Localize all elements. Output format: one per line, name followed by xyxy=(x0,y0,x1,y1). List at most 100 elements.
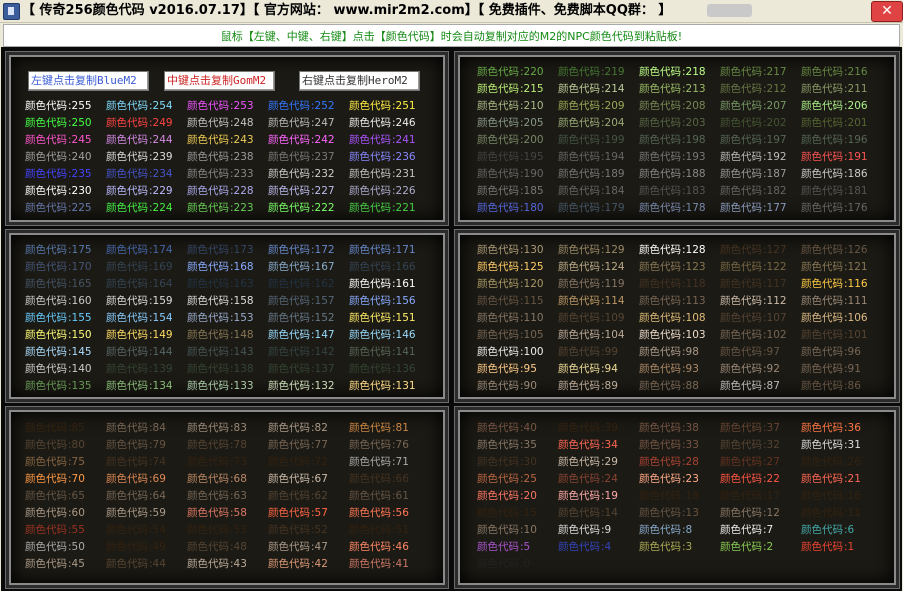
color-code-160[interactable]: 颜色代码:160 xyxy=(25,293,92,309)
color-code-167[interactable]: 颜色代码:167 xyxy=(268,259,335,275)
color-code-99[interactable]: 颜色代码:99 xyxy=(558,344,618,360)
color-code-72[interactable]: 颜色代码:72 xyxy=(268,454,328,470)
color-code-128[interactable]: 颜色代码:128 xyxy=(639,242,706,258)
color-code-28[interactable]: 颜色代码:28 xyxy=(639,454,699,470)
color-code-182[interactable]: 颜色代码:182 xyxy=(720,183,787,199)
color-code-51[interactable]: 颜色代码:51 xyxy=(349,522,409,538)
color-code-231[interactable]: 颜色代码:231 xyxy=(349,166,416,182)
color-code-29[interactable]: 颜色代码:29 xyxy=(558,454,618,470)
color-code-163[interactable]: 颜色代码:163 xyxy=(187,276,254,292)
color-code-225[interactable]: 颜色代码:225 xyxy=(25,200,92,216)
color-code-86[interactable]: 颜色代码:86 xyxy=(801,378,861,394)
color-code-255[interactable]: 颜色代码:255 xyxy=(25,98,92,114)
color-code-8[interactable]: 颜色代码:8 xyxy=(639,522,692,538)
color-code-141[interactable]: 颜色代码:141 xyxy=(349,344,416,360)
color-code-32[interactable]: 颜色代码:32 xyxy=(720,437,780,453)
color-code-89[interactable]: 颜色代码:89 xyxy=(558,378,618,394)
color-code-143[interactable]: 颜色代码:143 xyxy=(187,344,254,360)
color-code-146[interactable]: 颜色代码:146 xyxy=(349,327,416,343)
color-code-139[interactable]: 颜色代码:139 xyxy=(106,361,173,377)
color-code-122[interactable]: 颜色代码:122 xyxy=(720,259,787,275)
color-code-212[interactable]: 颜色代码:212 xyxy=(720,81,787,97)
color-code-94[interactable]: 颜色代码:94 xyxy=(558,361,618,377)
color-code-117[interactable]: 颜色代码:117 xyxy=(720,276,787,292)
color-code-9[interactable]: 颜色代码:9 xyxy=(558,522,611,538)
color-code-31[interactable]: 颜色代码:31 xyxy=(801,437,861,453)
color-code-115[interactable]: 颜色代码:115 xyxy=(477,293,544,309)
color-code-106[interactable]: 颜色代码:106 xyxy=(801,310,868,326)
color-code-168[interactable]: 颜色代码:168 xyxy=(187,259,254,275)
color-code-109[interactable]: 颜色代码:109 xyxy=(558,310,625,326)
color-code-35[interactable]: 颜色代码:35 xyxy=(477,437,537,453)
color-code-103[interactable]: 颜色代码:103 xyxy=(639,327,706,343)
color-code-184[interactable]: 颜色代码:184 xyxy=(558,183,625,199)
color-code-7[interactable]: 颜色代码:7 xyxy=(720,522,773,538)
color-code-93[interactable]: 颜色代码:93 xyxy=(639,361,699,377)
color-code-222[interactable]: 颜色代码:222 xyxy=(268,200,335,216)
color-code-30[interactable]: 颜色代码:30 xyxy=(477,454,537,470)
color-code-61[interactable]: 颜色代码:61 xyxy=(349,488,409,504)
color-code-13[interactable]: 颜色代码:13 xyxy=(639,505,699,521)
color-code-96[interactable]: 颜色代码:96 xyxy=(801,344,861,360)
color-code-81[interactable]: 颜色代码:81 xyxy=(349,420,409,436)
color-code-66[interactable]: 颜色代码:66 xyxy=(349,471,409,487)
color-code-62[interactable]: 颜色代码:62 xyxy=(268,488,328,504)
color-code-0[interactable]: 颜色代码:0 xyxy=(477,556,530,572)
color-code-14[interactable]: 颜色代码:14 xyxy=(558,505,618,521)
color-code-108[interactable]: 颜色代码:108 xyxy=(639,310,706,326)
color-code-91[interactable]: 颜色代码:91 xyxy=(801,361,861,377)
color-code-59[interactable]: 颜色代码:59 xyxy=(106,505,166,521)
color-code-126[interactable]: 颜色代码:126 xyxy=(801,242,868,258)
color-code-113[interactable]: 颜色代码:113 xyxy=(639,293,706,309)
color-code-90[interactable]: 颜色代码:90 xyxy=(477,378,537,394)
color-code-140[interactable]: 颜色代码:140 xyxy=(25,361,92,377)
color-code-50[interactable]: 颜色代码:50 xyxy=(25,539,85,555)
color-code-25[interactable]: 颜色代码:25 xyxy=(477,471,537,487)
color-code-46[interactable]: 颜色代码:46 xyxy=(349,539,409,555)
color-code-118[interactable]: 颜色代码:118 xyxy=(639,276,706,292)
color-code-159[interactable]: 颜色代码:159 xyxy=(106,293,173,309)
color-code-105[interactable]: 颜色代码:105 xyxy=(477,327,544,343)
color-code-215[interactable]: 颜色代码:215 xyxy=(477,81,544,97)
color-code-152[interactable]: 颜色代码:152 xyxy=(268,310,335,326)
color-code-57[interactable]: 颜色代码:57 xyxy=(268,505,328,521)
color-code-227[interactable]: 颜色代码:227 xyxy=(268,183,335,199)
color-code-193[interactable]: 颜色代码:193 xyxy=(639,149,706,165)
color-code-68[interactable]: 颜色代码:68 xyxy=(187,471,247,487)
color-code-250[interactable]: 颜色代码:250 xyxy=(25,115,92,131)
color-code-218[interactable]: 颜色代码:218 xyxy=(639,64,706,80)
color-code-226[interactable]: 颜色代码:226 xyxy=(349,183,416,199)
color-code-181[interactable]: 颜色代码:181 xyxy=(801,183,868,199)
color-code-148[interactable]: 颜色代码:148 xyxy=(187,327,254,343)
color-code-162[interactable]: 颜色代码:162 xyxy=(268,276,335,292)
color-code-164[interactable]: 颜色代码:164 xyxy=(106,276,173,292)
color-code-135[interactable]: 颜色代码:135 xyxy=(25,378,92,394)
color-code-27[interactable]: 颜色代码:27 xyxy=(720,454,780,470)
color-code-104[interactable]: 颜色代码:104 xyxy=(558,327,625,343)
color-code-38[interactable]: 颜色代码:38 xyxy=(639,420,699,436)
color-code-114[interactable]: 颜色代码:114 xyxy=(558,293,625,309)
color-code-224[interactable]: 颜色代码:224 xyxy=(106,200,173,216)
color-code-234[interactable]: 颜色代码:234 xyxy=(106,166,173,182)
color-code-244[interactable]: 颜色代码:244 xyxy=(106,132,173,148)
color-code-6[interactable]: 颜色代码:6 xyxy=(801,522,854,538)
color-code-200[interactable]: 颜色代码:200 xyxy=(477,132,544,148)
color-code-130[interactable]: 颜色代码:130 xyxy=(477,242,544,258)
color-code-158[interactable]: 颜色代码:158 xyxy=(187,293,254,309)
color-code-145[interactable]: 颜色代码:145 xyxy=(25,344,92,360)
color-code-176[interactable]: 颜色代码:176 xyxy=(801,200,868,216)
color-code-11[interactable]: 颜色代码:11 xyxy=(801,505,861,521)
color-code-216[interactable]: 颜色代码:216 xyxy=(801,64,868,80)
color-code-77[interactable]: 颜色代码:77 xyxy=(268,437,328,453)
color-code-79[interactable]: 颜色代码:79 xyxy=(106,437,166,453)
color-code-211[interactable]: 颜色代码:211 xyxy=(801,81,868,97)
color-code-151[interactable]: 颜色代码:151 xyxy=(349,310,416,326)
color-code-189[interactable]: 颜色代码:189 xyxy=(558,166,625,182)
color-code-247[interactable]: 颜色代码:247 xyxy=(268,115,335,131)
color-code-70[interactable]: 颜色代码:70 xyxy=(25,471,85,487)
color-code-249[interactable]: 颜色代码:249 xyxy=(106,115,173,131)
color-code-199[interactable]: 颜色代码:199 xyxy=(558,132,625,148)
color-code-186[interactable]: 颜色代码:186 xyxy=(801,166,868,182)
color-code-210[interactable]: 颜色代码:210 xyxy=(477,98,544,114)
color-code-192[interactable]: 颜色代码:192 xyxy=(720,149,787,165)
